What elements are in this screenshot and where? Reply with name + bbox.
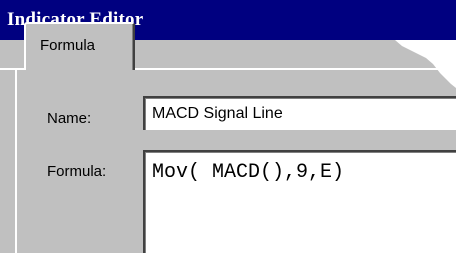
tab-formula-label: Formula	[40, 37, 96, 54]
tab-formula[interactable]: Formula	[24, 22, 135, 70]
indicator-editor-window: Indicator Editor Formula Name: MACD Sign…	[0, 0, 456, 253]
name-input-value: MACD Signal Line	[152, 105, 283, 122]
name-input[interactable]: MACD Signal Line	[143, 96, 456, 130]
name-label: Name:	[47, 110, 91, 127]
tab-panel-left-border	[15, 68, 17, 253]
name-label-text: Name:	[47, 110, 92, 127]
formula-label-text: Formula:	[47, 163, 107, 180]
torn-edge-shape	[395, 40, 456, 88]
formula-textarea[interactable]: Mov( MACD(),9,E)	[143, 150, 456, 253]
formula-label: Formula:	[47, 163, 106, 180]
formula-textarea-value: Mov( MACD(),9,E)	[152, 161, 345, 184]
